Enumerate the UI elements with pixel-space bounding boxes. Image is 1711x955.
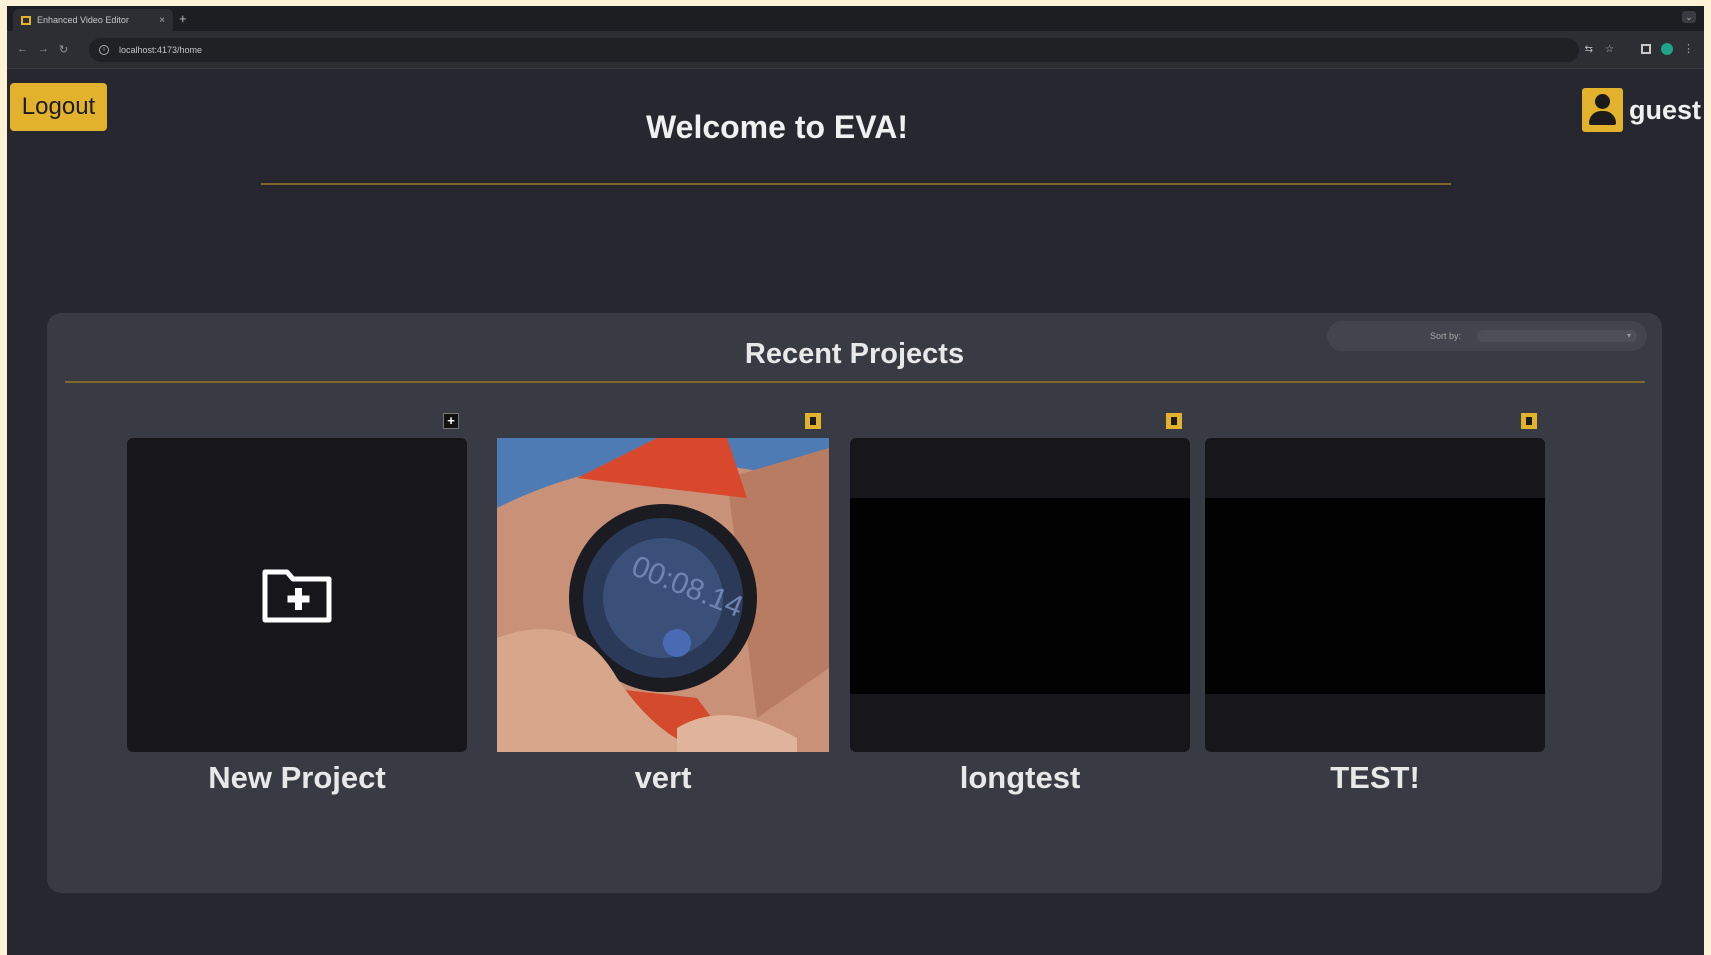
- tab-close-button[interactable]: ×: [159, 15, 165, 26]
- new-tab-button[interactable]: +: [179, 11, 187, 26]
- smartwatch-thumbnail: 00:08.14: [497, 438, 829, 752]
- video-preview: [850, 498, 1190, 694]
- address-bar: ← → ↻ i localhost:4173/home ⇆ ☆ ⋮: [7, 31, 1704, 69]
- username-label: guest: [1628, 94, 1701, 125]
- url-actions: ⇆ ☆: [1585, 44, 1614, 55]
- user-avatar-icon[interactable]: [1581, 88, 1623, 132]
- forward-icon[interactable]: →: [38, 43, 49, 55]
- browser-window: Enhanced Video Editor × + ⌄ ← → ↻ i loca…: [7, 6, 1704, 955]
- translate-icon[interactable]: ⇆: [1585, 44, 1593, 55]
- favicon-icon: [21, 15, 31, 25]
- project-name: TEST!: [1330, 760, 1420, 795]
- project-options-icon[interactable]: [805, 413, 821, 429]
- profile-icon[interactable]: [1661, 42, 1673, 55]
- tab-strip: Enhanced Video Editor × + ⌄: [7, 6, 1704, 31]
- reload-icon[interactable]: ↻: [59, 43, 68, 56]
- project-options-icon[interactable]: [1166, 413, 1182, 429]
- url-text: localhost:4173/home: [119, 45, 203, 55]
- project-thumbnail[interactable]: [1205, 438, 1545, 752]
- new-project-tile[interactable]: [127, 438, 467, 752]
- recent-projects-panel: Sort by: ▾ Recent Projects + New Project…: [47, 313, 1662, 893]
- bookmark-star-icon[interactable]: ☆: [1605, 44, 1614, 55]
- sidepanel-icon[interactable]: [1641, 43, 1651, 54]
- video-preview: [1205, 498, 1545, 694]
- project-name: longtest: [959, 760, 1081, 795]
- add-icon[interactable]: +: [443, 413, 459, 429]
- page-title: Welcome to EVA!: [646, 109, 908, 145]
- project-name: vert: [634, 760, 692, 795]
- section-title: Recent Projects: [744, 338, 965, 370]
- project-options-icon[interactable]: [1521, 413, 1537, 429]
- browser-tab[interactable]: Enhanced Video Editor ×: [13, 9, 173, 31]
- browser-menu-icon[interactable]: ⋮: [1683, 42, 1694, 55]
- app-page: Logout Welcome to EVA! guest Sort by: ▾ …: [7, 69, 1704, 955]
- tab-title: Enhanced Video Editor: [37, 15, 129, 25]
- project-thumbnail[interactable]: [850, 438, 1190, 752]
- title-divider: [261, 183, 1451, 185]
- project-name: New Project: [208, 760, 386, 795]
- folder-plus-icon: [262, 569, 332, 623]
- window-menu-icon[interactable]: ⌄: [1682, 11, 1696, 23]
- user-profile[interactable]: guest: [1581, 88, 1701, 132]
- url-field[interactable]: i localhost:4173/home: [89, 38, 1579, 62]
- project-thumbnail[interactable]: 00:08.14: [497, 438, 829, 752]
- extension-icons: ⋮: [1641, 42, 1694, 55]
- site-info-icon[interactable]: i: [99, 45, 109, 55]
- back-icon[interactable]: ←: [17, 43, 28, 55]
- section-divider: [65, 381, 1645, 383]
